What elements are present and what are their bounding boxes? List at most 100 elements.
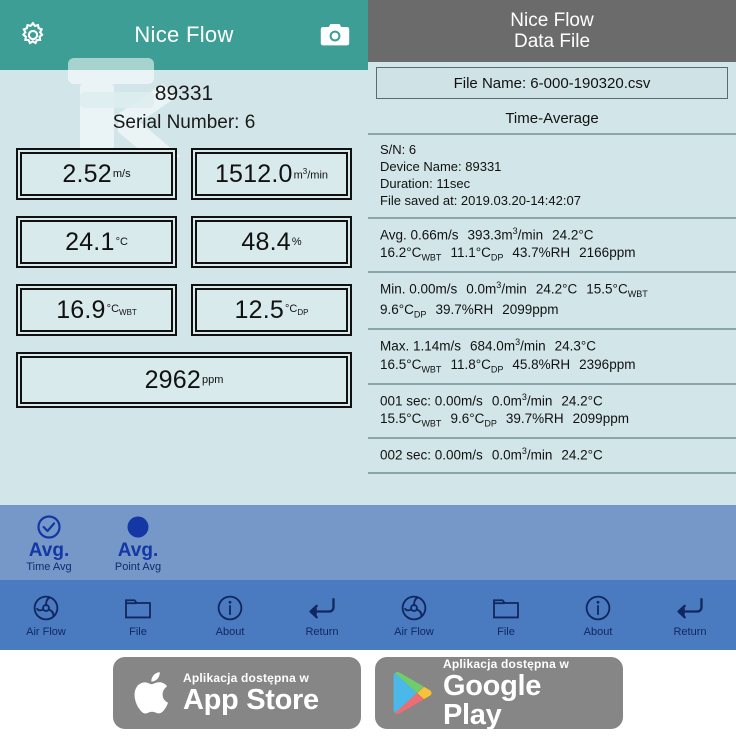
average-mode-band: Avg. Time Avg Avg. Point Avg: [0, 505, 368, 580]
nav-item-about[interactable]: About: [552, 593, 644, 638]
nav-item-label: File: [497, 625, 515, 638]
min-record[interactable]: Min. 0.00m/s 0.0m3/min 24.2°C 15.5°CWBT 9.6°…: [368, 273, 736, 330]
data-file-panel: Nice Flow Data File File Name: 6-000-190…: [368, 0, 736, 650]
bottom-nav-left: Air Flow File About Return: [0, 580, 368, 650]
serial-number-label: Serial Number: 6: [112, 112, 256, 133]
avg-mode-main-label: Avg.: [117, 540, 159, 561]
data-file-header-line2: Data File: [513, 31, 591, 52]
nav-item-label: Air Flow: [394, 625, 434, 638]
info-circle-icon: [584, 593, 612, 623]
data-file-header: Nice Flow Data File: [368, 0, 736, 62]
measurement-unit: °CDP: [285, 302, 309, 318]
measurement-unit: °CWBT: [106, 302, 137, 318]
badge-tagline: Aplikacja dostępna w: [183, 671, 310, 685]
store-badges: Aplikacja dostępna w App Store Aplikacja …: [0, 650, 736, 736]
co2-measurement-box[interactable]: 2962 ppm: [16, 352, 352, 408]
record-line: 002 sec: 0.00m/s 0.0m3/min 24.2°C: [380, 446, 603, 463]
meta-saved-at: File saved at: 2019.03.20-14:42:07: [380, 193, 581, 209]
nav-item-return[interactable]: Return: [644, 593, 736, 638]
nav-item-label: About: [583, 625, 613, 638]
record-line: 9.6°CDP 39.7%RH 2099ppm: [380, 301, 559, 320]
check-circle-icon: [18, 513, 80, 541]
measurement-value: 2.52: [62, 159, 112, 188]
measurement-box[interactable]: 2.52 m/s: [16, 148, 177, 200]
right-blue-band: [368, 505, 736, 580]
return-arrow-icon: [307, 593, 337, 623]
nav-item-label: File: [129, 625, 147, 638]
measurement-box[interactable]: 48.4%: [191, 216, 352, 268]
sec-002-record[interactable]: 002 sec: 0.00m/s 0.0m3/min 24.2°C: [368, 439, 736, 475]
measurement-value: 12.5: [234, 295, 284, 324]
nav-item-return[interactable]: Return: [276, 593, 368, 638]
meta-device-name: Device Name: 89331: [380, 159, 502, 175]
app-store-badge[interactable]: Aplikacja dostępna w App Store: [113, 657, 361, 729]
app-bar: Nice Flow: [0, 0, 368, 70]
co2-unit: ppm: [202, 374, 224, 386]
app-title: Nice Flow: [134, 22, 234, 47]
avg-record[interactable]: Avg. 0.66m/s 393.3m3/min 24.2°C 16.2°CWBT 11…: [368, 219, 736, 274]
record-line: Max. 1.14m/s 684.0m3/min 24.3°C: [380, 336, 597, 354]
apple-logo-icon: [129, 667, 173, 719]
badge-tagline: Aplikacja dostępna w: [443, 656, 570, 671]
fan-icon: [400, 593, 428, 623]
file-meta-block: S/N: 6 Device Name: 89331 Duration: 11se…: [368, 135, 736, 219]
file-name-field[interactable]: File Name: 6-000-190320.csv: [376, 67, 728, 99]
record-list: Avg. 0.66m/s 393.3m3/min 24.2°C 16.2°CWBT 11…: [368, 219, 736, 475]
measurement-value: 48.4: [241, 227, 291, 256]
folder-icon: [492, 593, 520, 623]
measurement-unit: m/s: [112, 168, 131, 180]
return-arrow-icon: [675, 593, 705, 623]
measurement-box[interactable]: 12.5 °CDP: [191, 284, 352, 336]
sec-001-record[interactable]: 001 sec: 0.00m/s 0.0m3/min 24.2°C 15.5°CWBT…: [368, 385, 736, 440]
measurement-box[interactable]: 24.1 °C: [16, 216, 177, 268]
nav-item-label: Return: [673, 625, 707, 638]
device-id: 89331: [154, 82, 214, 105]
measurement-grid: 2.52 m/s 1512.0 m3/min 24.1 °C 48.4% 16.9 °CWBT 1…: [16, 148, 352, 408]
measurement-unit: m3/min: [293, 166, 329, 182]
record-line: 001 sec: 0.00m/s 0.0m3/min 24.2°C: [380, 391, 603, 409]
folder-icon: [124, 593, 152, 623]
record-line: Min. 0.00m/s 0.0m3/min 24.2°C 15.5°CWBT: [380, 280, 648, 300]
record-line: 15.5°CWBT 9.6°CDP 39.7%RH 2099ppm: [380, 411, 629, 430]
nav-item-label: About: [215, 625, 245, 638]
measurement-unit: %: [291, 236, 302, 248]
mode-label: Time-Average: [368, 103, 736, 135]
measurement-box[interactable]: 1512.0 m3/min: [191, 148, 352, 200]
google-play-badge[interactable]: Aplikacja dostępna w Google Play: [375, 657, 623, 729]
gear-icon[interactable]: [18, 20, 48, 50]
measurement-unit: °C: [115, 236, 128, 248]
measurement-value: 16.9: [56, 295, 106, 324]
nav-item-file[interactable]: File: [92, 593, 184, 638]
co2-value: 2962: [144, 365, 201, 394]
camera-icon[interactable]: [320, 22, 350, 48]
meta-sn: S/N: 6: [380, 142, 417, 157]
info-circle-icon: [216, 593, 244, 623]
nav-item-label: Air Flow: [26, 625, 66, 638]
measurement-value: 24.1: [65, 227, 115, 256]
nav-item-air-flow[interactable]: Air Flow: [368, 593, 460, 638]
record-line: Avg. 0.66m/s 393.3m3/min 24.2°C: [380, 225, 594, 243]
badge-store-name: App Store: [183, 684, 319, 716]
fan-icon: [32, 593, 60, 623]
screenshot-root: Nice Flow 89331 Serial Number: 6 2.52 m/…: [0, 0, 736, 736]
avg-mode-sub-label: Time Avg: [26, 560, 72, 573]
nav-item-air-flow[interactable]: Air Flow: [0, 593, 92, 638]
avg-mode-point[interactable]: Avg. Point Avg: [105, 513, 171, 573]
google-play-logo-icon: [391, 670, 433, 716]
avg-mode-sub-label: Point Avg: [114, 560, 162, 573]
airflow-measurement-panel: Nice Flow 89331 Serial Number: 6 2.52 m/…: [0, 0, 368, 650]
bottom-nav-right: Air Flow File About Return: [368, 580, 736, 650]
nav-item-file[interactable]: File: [460, 593, 552, 638]
nav-item-about[interactable]: About: [184, 593, 276, 638]
record-line: 16.5°CWBT 11.8°CDP 45.8%RH 2396ppm: [380, 356, 636, 375]
measurement-box[interactable]: 16.9 °CWBT: [16, 284, 177, 336]
nav-item-label: Return: [305, 625, 339, 638]
measurement-value: 1512.0: [214, 159, 293, 188]
data-file-header-line1: Nice Flow: [510, 9, 594, 31]
filled-circle-icon: [105, 513, 171, 541]
max-record[interactable]: Max. 1.14m/s 684.0m3/min 24.3°C 16.5°CWBT 11…: [368, 330, 736, 385]
badge-store-name: Google Play: [443, 669, 542, 731]
avg-mode-time[interactable]: Avg. Time Avg: [18, 513, 80, 573]
record-line: 16.2°CWBT 11.1°CDP 43.7%RH 2166ppm: [380, 245, 636, 264]
meta-duration: Duration: 11sec: [380, 176, 471, 192]
